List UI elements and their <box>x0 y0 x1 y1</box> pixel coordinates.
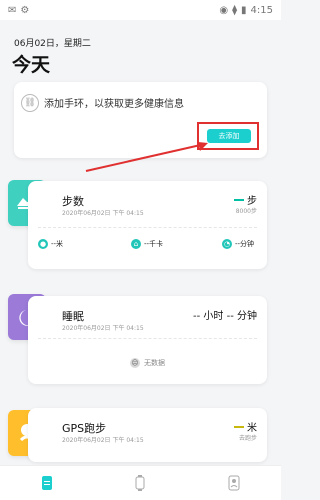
link-icon: ⛓ <box>21 94 39 112</box>
bottom-nav <box>0 465 281 500</box>
status-bar: ✉ ⚙ ◉ ⧫ ▮ 4:15 <box>0 0 281 20</box>
steps-value: 步 <box>234 192 257 207</box>
status-left: ✉ ⚙ <box>8 5 29 16</box>
status-right: ◉ ⧫ ▮ 4:15 <box>219 5 273 16</box>
nav-profile[interactable] <box>227 474 241 492</box>
add-band-card: ⛓ 添加手环，以获取更多健康信息 去添加 <box>14 82 267 158</box>
sleep-value: -- 小时 -- 分钟 <box>193 311 257 322</box>
steps-target: 8000步 <box>235 208 257 215</box>
divider <box>38 338 257 339</box>
add-band-message: 添加手环，以获取更多健康信息 <box>44 99 184 110</box>
calories-stat: ⌂ --千卡 <box>131 239 163 249</box>
gps-target: 去跑步 <box>238 435 257 442</box>
distance-stat: ● --米 <box>38 239 64 249</box>
gps-title: GPS跑步 <box>62 422 107 435</box>
gps-time: 2020年06月02日 下午 04:15 <box>62 437 144 444</box>
steps-bar <box>234 198 244 201</box>
steps-time: 2020年06月02日 下午 04:15 <box>62 210 144 217</box>
sad-face-icon: ☹ <box>130 358 140 368</box>
duration-stat: ◔ --分钟 <box>222 239 255 249</box>
divider <box>38 227 257 228</box>
mail-icon: ✉ <box>8 4 17 16</box>
highlight-box <box>197 122 259 150</box>
gps-card[interactable]: GPS跑步 2020年06月02日 下午 04:15 米 去跑步 <box>28 408 267 462</box>
steps-title: 步数 <box>62 195 84 208</box>
status-time: 4:15 <box>250 4 273 16</box>
location-icon: ◉ <box>219 4 229 16</box>
nav-watch[interactable] <box>133 474 147 492</box>
location-pin-icon: ● <box>38 239 48 249</box>
page-title: 今天 <box>12 54 51 76</box>
nav-home[interactable] <box>40 474 54 492</box>
sleep-title: 睡眠 <box>62 310 84 323</box>
date-label: 06月02日，星期二 <box>14 39 91 49</box>
sleep-time: 2020年06月02日 下午 04:15 <box>62 325 144 332</box>
sleep-card[interactable]: 睡眠 2020年06月02日 下午 04:15 -- 小时 -- 分钟 ☹ 无数… <box>28 296 267 384</box>
sleep-no-data: ☹ 无数据 <box>130 358 165 368</box>
wifi-icon: ⧫ <box>232 4 238 16</box>
gps-bar <box>234 425 244 428</box>
home-icon: ⌂ <box>131 239 141 249</box>
gps-value: 米 <box>234 419 257 434</box>
steps-card[interactable]: 步数 2020年06月02日 下午 04:15 步 8000步 ● --米 ⌂ … <box>28 181 267 269</box>
settings-icon: ⚙ <box>20 4 30 16</box>
clock-icon: ◔ <box>222 239 232 249</box>
battery-icon: ▮ <box>241 4 247 16</box>
